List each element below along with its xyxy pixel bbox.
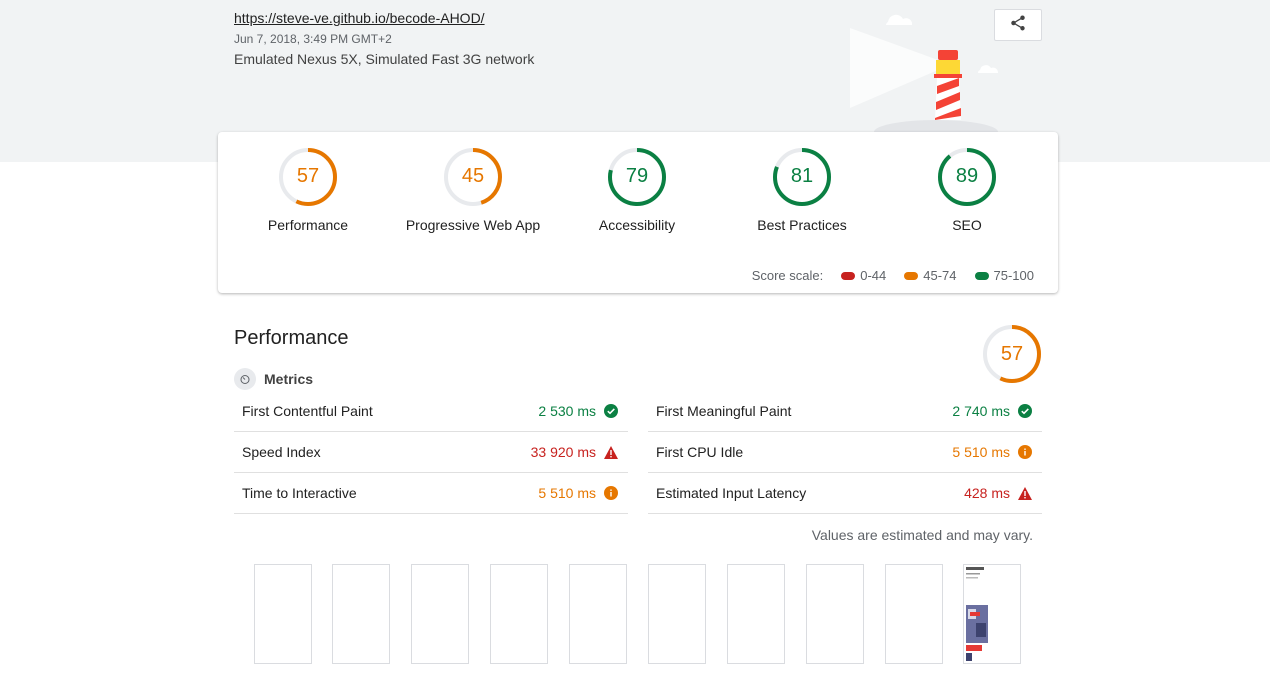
score-summary-card: 57 Performance 45 Progressive Web App 79…	[218, 132, 1058, 293]
report-date: Jun 7, 2018, 3:49 PM GMT+2	[234, 32, 392, 46]
estimate-note: Values are estimated and may vary.	[811, 527, 1033, 543]
filmstrip-frame	[490, 564, 548, 664]
scale-pill-fail	[841, 271, 856, 280]
gauge-performance[interactable]: 57 Performance	[228, 147, 388, 233]
metric-row: First Contentful Paint 2 530 ms	[234, 391, 628, 432]
metrics-column-right: First Meaningful Paint 2 740 ms First CP…	[648, 391, 1042, 514]
gauge-seo[interactable]: 89 SEO	[887, 147, 1047, 233]
score-scale-label: Score scale:	[751, 268, 824, 283]
warning-triangle-icon	[1018, 486, 1032, 500]
gauge-label: Performance	[267, 217, 349, 233]
check-circle-icon	[604, 404, 618, 418]
gauge-pwa[interactable]: 45 Progressive Web App	[393, 147, 553, 233]
info-circle-icon	[1018, 445, 1032, 459]
metric-value: 428 ms	[964, 485, 1010, 501]
scale-pill-average	[904, 271, 919, 280]
performance-section-title: Performance	[234, 327, 349, 349]
report-environment: Emulated Nexus 5X, Simulated Fast 3G net…	[234, 51, 535, 67]
metric-row: First Meaningful Paint 2 740 ms	[648, 391, 1042, 432]
metric-name: First Contentful Paint	[242, 403, 373, 419]
scale-pill-pass	[974, 271, 989, 280]
metric-name: Estimated Input Latency	[656, 485, 807, 501]
metric-name: Speed Index	[242, 444, 321, 460]
filmstrip-frame	[411, 564, 469, 664]
warning-triangle-icon	[604, 445, 618, 459]
metric-value: 33 920 ms	[530, 444, 596, 460]
metric-row: Speed Index 33 920 ms	[234, 432, 628, 473]
filmstrip-frame	[885, 564, 943, 664]
gauge-score: 81	[790, 165, 814, 187]
metric-name: First CPU Idle	[656, 444, 744, 460]
filmstrip-frame	[254, 564, 312, 664]
metric-row: First CPU Idle 5 510 ms	[648, 432, 1042, 473]
gauge-score: 45	[461, 165, 485, 187]
performance-gauge: 57	[982, 324, 1042, 384]
metric-row: Estimated Input Latency 428 ms	[648, 473, 1042, 514]
report-url-link[interactable]: https://steve-ve.github.io/becode-AHOD/	[234, 10, 485, 26]
gauge-best-practices[interactable]: 81 Best Practices	[722, 147, 882, 233]
filmstrip-frame-loaded	[963, 564, 1021, 664]
filmstrip-frame	[727, 564, 785, 664]
metric-row: Time to Interactive 5 510 ms	[234, 473, 628, 514]
metrics-heading: Metrics	[234, 368, 313, 390]
scale-range-fail: 0-44	[860, 268, 887, 283]
filmstrip-frame	[332, 564, 390, 664]
scale-range-average: 45-74	[923, 268, 957, 283]
gauge-accessibility[interactable]: 79 Accessibility	[557, 147, 717, 233]
filmstrip-frame	[569, 564, 627, 664]
page-thumbnail	[966, 567, 988, 661]
metric-name: Time to Interactive	[242, 485, 357, 501]
gauge-score: 57	[296, 165, 320, 187]
info-circle-icon	[604, 486, 618, 500]
metric-value: 2 530 ms	[538, 403, 596, 419]
performance-score: 57	[1000, 343, 1024, 365]
filmstrip-frame	[648, 564, 706, 664]
timer-icon	[234, 368, 256, 390]
check-circle-icon	[1018, 404, 1032, 418]
gauge-label: SEO	[952, 217, 982, 233]
metric-name: First Meaningful Paint	[656, 403, 792, 419]
gauge-score: 79	[625, 165, 649, 187]
score-scale-legend: Score scale: 0-44 45-74 75-100	[752, 268, 1034, 283]
metrics-heading-label: Metrics	[264, 371, 314, 387]
gauge-label: Accessibility	[598, 217, 676, 233]
metric-value: 2 740 ms	[952, 403, 1010, 419]
gauge-label: Best Practices	[757, 217, 847, 233]
metrics-column-left: First Contentful Paint 2 530 ms Speed In…	[234, 391, 628, 514]
scale-range-pass: 75-100	[993, 268, 1034, 283]
gauge-score: 89	[955, 165, 979, 187]
metric-value: 5 510 ms	[538, 485, 596, 501]
lighthouse-logo	[850, 14, 999, 132]
gauge-label: Progressive Web App	[405, 217, 541, 233]
metric-value: 5 510 ms	[952, 444, 1010, 460]
filmstrip-frame	[806, 564, 864, 664]
